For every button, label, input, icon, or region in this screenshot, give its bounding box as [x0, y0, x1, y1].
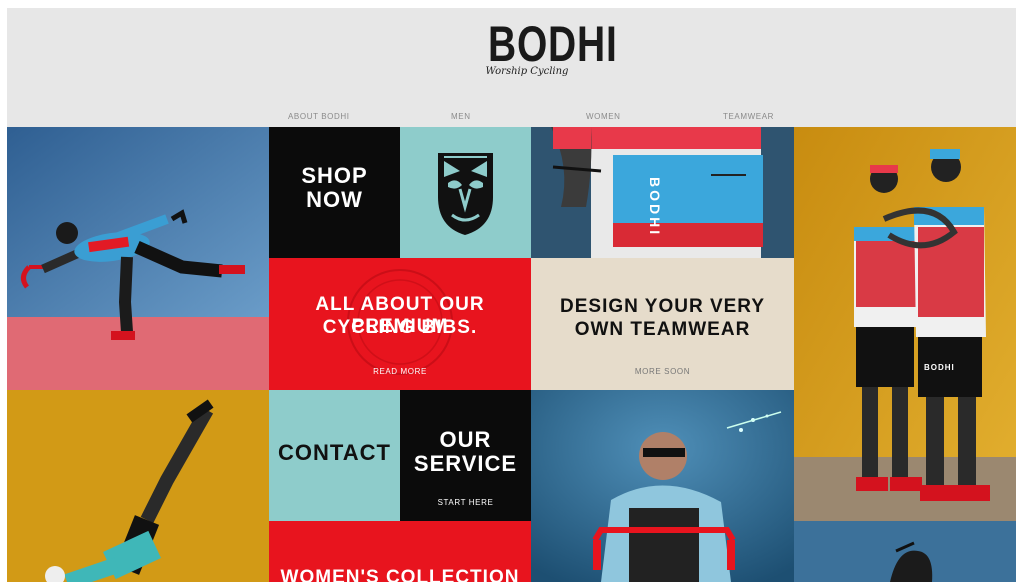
bib-print-label: BODHI	[924, 363, 955, 372]
premium-bibs-line2: CYCLING BIBS.	[322, 317, 478, 338]
contact-tile[interactable]: CONTACT	[269, 390, 400, 521]
start-here-link[interactable]: START HERE	[400, 498, 531, 507]
site-header: BODHI Worship Cycling ABOUT BODHI MEN WO…	[7, 8, 1016, 127]
shop-now-line1: SHOP	[301, 163, 368, 188]
photo-cyclist-leaning-illustration	[7, 127, 269, 390]
main-nav: ABOUT BODHI MEN WOMEN TEAMWEAR	[7, 112, 1016, 126]
photo-cyclist-stretch-illustration	[7, 390, 269, 582]
read-more-link[interactable]: READ MORE	[269, 367, 531, 376]
tiki-mask-icon	[438, 153, 493, 235]
our-service-tile[interactable]: OUR SERVICE START HERE	[400, 390, 531, 521]
photo-rider-bottom-illustration	[794, 521, 1016, 582]
brand-logo[interactable]: BODHI Worship Cycling	[477, 16, 618, 77]
photo-rider-bottom[interactable]	[794, 521, 1016, 582]
photo-jersey-pocket[interactable]: BODHI	[531, 127, 794, 258]
teamwear-line2: OWN TEAMWEAR	[574, 319, 751, 340]
photo-rider-sprint[interactable]	[531, 390, 794, 582]
our-service-line2: SERVICE	[413, 451, 518, 476]
our-service-line1: OUR	[439, 427, 492, 452]
nav-item-about[interactable]: ABOUT BODHI	[288, 112, 350, 121]
shop-now-tile[interactable]: SHOP NOW	[269, 127, 400, 258]
photo-cyclist-leaning[interactable]	[7, 127, 269, 390]
photo-two-riders-illustration	[794, 127, 1016, 521]
nav-item-teamwear[interactable]: TEAMWEAR	[723, 112, 774, 121]
tile-grid: SHOP NOW BODHI BODHI ALL ABOUT OUR PREMI…	[7, 127, 1016, 582]
teamwear-tile[interactable]: DESIGN YOUR VERY OWN TEAMWEAR MORE SOON	[531, 258, 794, 390]
teamwear-line1: DESIGN YOUR VERY	[560, 296, 765, 317]
womens-collection-tile[interactable]: WOMEN'S COLLECTION	[269, 521, 531, 582]
brand-mask-tile[interactable]	[400, 127, 531, 258]
photo-rider-sprint-illustration	[531, 390, 794, 582]
photo-two-riders[interactable]: BODHI	[794, 127, 1016, 521]
contact-label: CONTACT	[278, 440, 391, 465]
jersey-print-label: BODHI	[647, 177, 663, 238]
photo-cyclist-stretch[interactable]	[7, 390, 269, 582]
womens-collection-label: WOMEN'S COLLECTION	[280, 567, 520, 582]
nav-item-women[interactable]: WOMEN	[586, 112, 621, 121]
brand-name: BODHI	[488, 16, 618, 72]
nav-item-men[interactable]: MEN	[451, 112, 471, 121]
premium-bibs-tile[interactable]: ALL ABOUT OUR PREMIUM CYCLING BIBS. READ…	[269, 258, 531, 390]
more-soon-link[interactable]: MORE SOON	[531, 367, 794, 376]
page: BODHI Worship Cycling ABOUT BODHI MEN WO…	[7, 8, 1016, 582]
shop-now-line2: NOW	[306, 187, 363, 212]
